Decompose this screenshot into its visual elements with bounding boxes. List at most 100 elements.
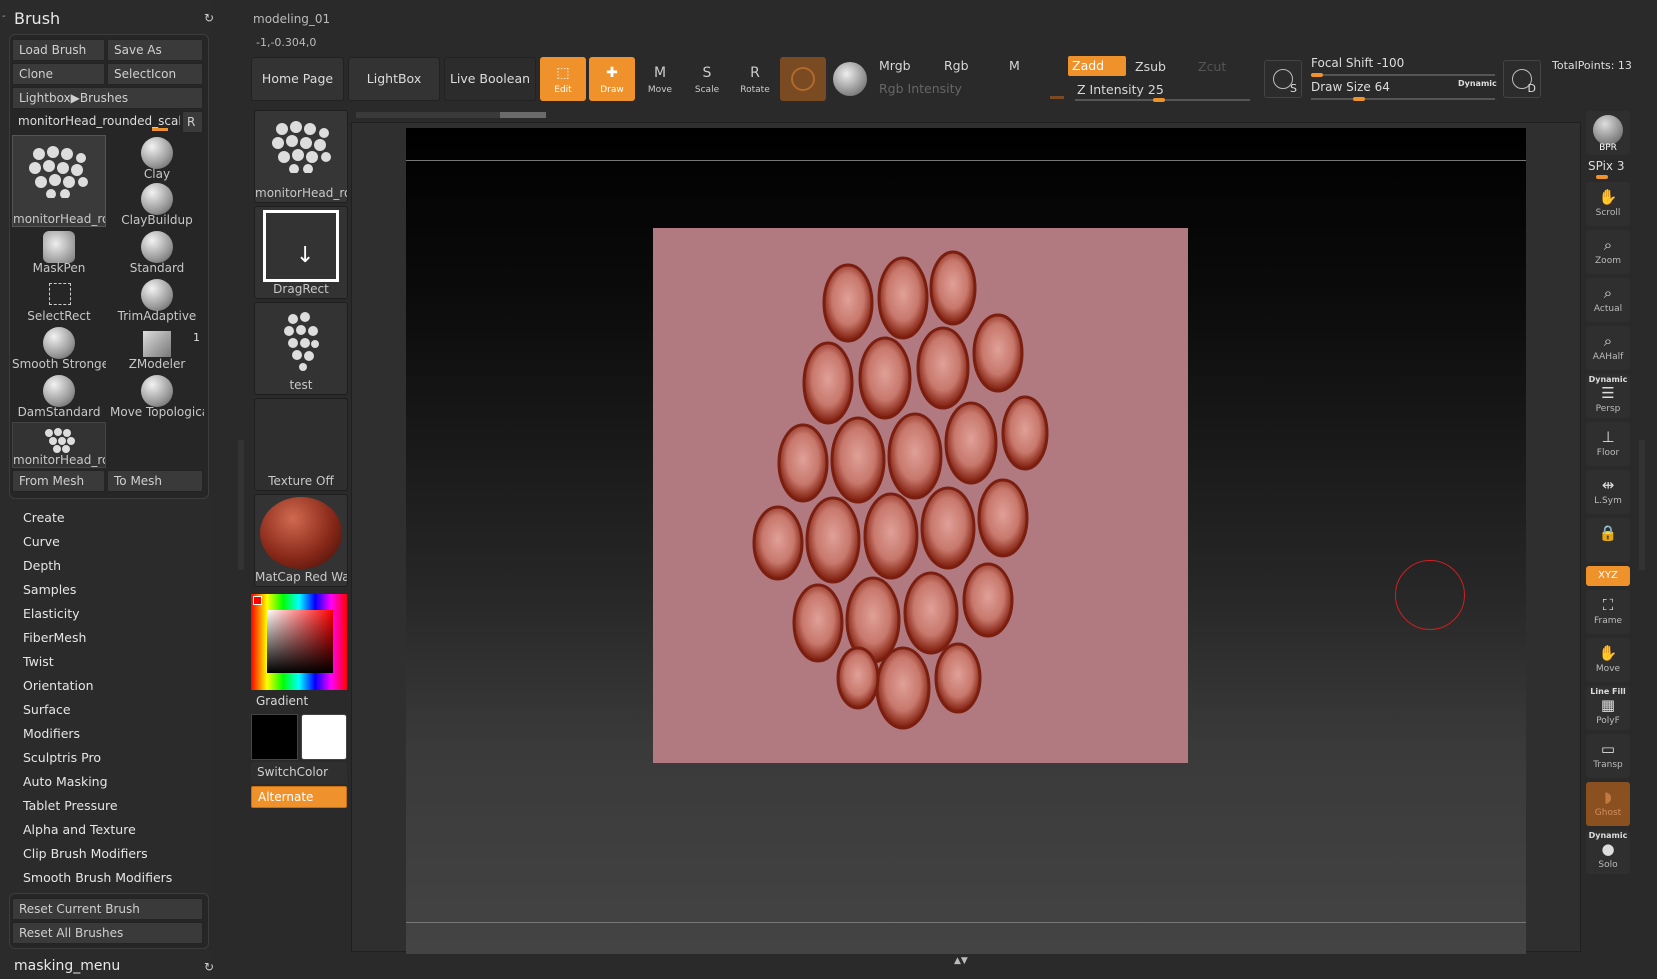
refresh-icon[interactable]: ↻ bbox=[204, 11, 214, 25]
dynamic-toggle[interactable]: Dynamic bbox=[1458, 79, 1497, 88]
rotate-button[interactable]: R Rotate bbox=[732, 57, 778, 101]
focal-shift-slider[interactable]: Focal Shift -100 bbox=[1311, 56, 1404, 70]
alpha-document[interactable] bbox=[653, 228, 1188, 763]
switch-color-button[interactable]: SwitchColor bbox=[251, 762, 347, 784]
floor-button[interactable]: ⊥ Floor bbox=[1586, 422, 1630, 466]
menu-clip-brush-modifiers[interactable]: Clip Brush Modifiers bbox=[23, 846, 148, 861]
color-picker-square[interactable] bbox=[267, 610, 333, 673]
menu-smooth-brush-modifiers[interactable]: Smooth Brush Modifiers bbox=[23, 870, 172, 885]
menu-surface[interactable]: Surface bbox=[23, 702, 71, 717]
brush-move-topological[interactable]: Move Topological bbox=[110, 373, 204, 419]
from-mesh-button[interactable]: From Mesh bbox=[12, 470, 105, 492]
menu-fibermesh[interactable]: FiberMesh bbox=[23, 630, 86, 645]
brush-monitorhead-2[interactable]: monitorHead_ro bbox=[12, 422, 106, 468]
move-view-button[interactable]: ✋ Move bbox=[1586, 638, 1630, 682]
zcut-toggle[interactable]: Zcut bbox=[1194, 57, 1252, 77]
stroke-d-button[interactable]: D bbox=[1503, 60, 1541, 98]
scroll-button[interactable]: ✋ Scroll bbox=[1586, 182, 1630, 226]
viewport-scrollbar[interactable] bbox=[356, 112, 546, 118]
lock-button[interactable]: 🔒 bbox=[1586, 518, 1630, 562]
rgb-intensity-slider[interactable]: Rgb Intensity bbox=[875, 79, 1065, 99]
to-mesh-button[interactable]: To Mesh bbox=[107, 470, 203, 492]
masking-menu-title[interactable]: masking_menu bbox=[14, 958, 120, 974]
brush-maskpen[interactable]: MaskPen bbox=[12, 229, 106, 275]
alpha-tile[interactable]: test bbox=[254, 302, 348, 395]
brush-smooth-stronger[interactable]: Smooth Stronger bbox=[12, 325, 106, 371]
menu-orientation[interactable]: Orientation bbox=[23, 678, 94, 693]
brush-claybuildup[interactable]: ClayBuildup bbox=[110, 181, 204, 227]
m-toggle[interactable]: M bbox=[1005, 56, 1065, 76]
mrgb-toggle[interactable]: Mrgb bbox=[875, 56, 935, 76]
brush-zmodeler[interactable]: 1 ZModeler bbox=[110, 325, 204, 371]
polyf-button[interactable]: Line Fill ▦ PolyF bbox=[1586, 686, 1630, 730]
brush-selectrect[interactable]: SelectRect bbox=[12, 277, 106, 323]
gradient-label[interactable]: Gradient bbox=[256, 694, 308, 708]
persp-button[interactable]: Dynamic ☰ Persp bbox=[1586, 374, 1630, 418]
menu-alpha-and-texture[interactable]: Alpha and Texture bbox=[23, 822, 136, 837]
transp-button[interactable]: ▭ Transp bbox=[1586, 734, 1630, 778]
lightbox-button[interactable]: LightBox bbox=[348, 57, 440, 101]
z-intensity-slider[interactable]: Z Intensity 25 bbox=[1073, 80, 1253, 100]
material-swatch-button[interactable] bbox=[780, 57, 826, 101]
texture-sphere-icon[interactable] bbox=[833, 62, 867, 96]
stroke-s-button[interactable]: S bbox=[1264, 60, 1302, 98]
brush-monitorhead-selected[interactable]: monitorHead_ro bbox=[12, 135, 106, 227]
xyz-button[interactable]: XYZ bbox=[1586, 566, 1630, 586]
stroke-tile[interactable]: ↓ DragRect bbox=[254, 206, 348, 299]
brush-damstandard[interactable]: DamStandard bbox=[12, 373, 106, 419]
palette-collapse-icon[interactable]: - bbox=[2, 11, 6, 22]
draw-size-slider[interactable]: Draw Size 64 bbox=[1311, 80, 1390, 94]
alternate-button[interactable]: Alternate bbox=[251, 786, 347, 808]
zadd-toggle[interactable]: Zadd bbox=[1068, 56, 1126, 76]
lsym-button[interactable]: ⇹ L.Sym bbox=[1586, 470, 1630, 514]
draw-button[interactable]: ✚ Draw bbox=[589, 57, 635, 101]
live-boolean-button[interactable]: Live Boolean bbox=[444, 57, 536, 101]
ghost-button[interactable]: ◗ Ghost bbox=[1586, 782, 1630, 826]
viewport-scrollbar-thumb[interactable] bbox=[500, 112, 546, 118]
menu-create[interactable]: Create bbox=[23, 510, 65, 525]
clone-button[interactable]: Clone bbox=[12, 63, 105, 85]
right-tray-handle[interactable] bbox=[1639, 440, 1645, 570]
brush-clay[interactable]: Clay bbox=[110, 135, 204, 181]
scale-button[interactable]: S Scale bbox=[684, 57, 730, 101]
main-color-swatch[interactable] bbox=[301, 714, 347, 760]
home-page-button[interactable]: Home Page bbox=[251, 57, 344, 101]
menu-depth[interactable]: Depth bbox=[23, 558, 61, 573]
move-button[interactable]: M Move bbox=[637, 57, 683, 101]
frame-button[interactable]: ⛶ Frame bbox=[1586, 590, 1630, 634]
r-button[interactable]: R bbox=[182, 111, 203, 133]
save-as-button[interactable]: Save As bbox=[107, 39, 203, 61]
color-picker[interactable] bbox=[251, 594, 347, 690]
menu-sculptris-pro[interactable]: Sculptris Pro bbox=[23, 750, 101, 765]
bottom-tray-handle[interactable]: ▲▼ bbox=[900, 956, 1030, 966]
menu-twist[interactable]: Twist bbox=[23, 654, 54, 669]
brush-trimadaptive[interactable]: TrimAdaptive bbox=[110, 277, 204, 323]
current-brush-tile[interactable]: monitorHead_ro bbox=[254, 110, 348, 203]
select-icon-button[interactable]: SelectIcon bbox=[107, 63, 203, 85]
secondary-color-swatch[interactable] bbox=[251, 714, 298, 760]
load-brush-button[interactable]: Load Brush bbox=[12, 39, 105, 61]
brush-standard[interactable]: Standard bbox=[110, 229, 204, 275]
zsub-toggle[interactable]: Zsub bbox=[1131, 57, 1189, 77]
left-tray-handle[interactable] bbox=[238, 440, 244, 570]
actual-button[interactable]: ⌕ Actual bbox=[1586, 278, 1630, 322]
menu-tablet-pressure[interactable]: Tablet Pressure bbox=[23, 798, 118, 813]
spix-slider[interactable]: SPix 3 bbox=[1588, 159, 1624, 173]
menu-auto-masking[interactable]: Auto Masking bbox=[23, 774, 108, 789]
aahalf-button[interactable]: ⌕ AAHalf bbox=[1586, 326, 1630, 370]
zoom-button[interactable]: ⌕ Zoom bbox=[1586, 230, 1630, 274]
texture-tile[interactable]: Texture Off bbox=[254, 398, 348, 491]
material-tile[interactable]: MatCap Red Wax bbox=[254, 494, 348, 587]
solo-button[interactable]: Dynamic ● Solo bbox=[1586, 830, 1630, 874]
rgb-toggle[interactable]: Rgb bbox=[940, 56, 1000, 76]
reset-current-brush-button[interactable]: Reset Current Brush bbox=[12, 898, 203, 920]
menu-samples[interactable]: Samples bbox=[23, 582, 76, 597]
menu-modifiers[interactable]: Modifiers bbox=[23, 726, 80, 741]
bpr-button[interactable]: BPR bbox=[1586, 111, 1630, 155]
palette-title[interactable]: Brush bbox=[14, 9, 60, 28]
lightbox-brushes-button[interactable]: Lightbox▶Brushes bbox=[12, 87, 203, 109]
edit-button[interactable]: ⬚ Edit bbox=[540, 57, 586, 101]
refresh-icon[interactable]: ↻ bbox=[204, 960, 214, 974]
reset-all-brushes-button[interactable]: Reset All Brushes bbox=[12, 922, 203, 944]
menu-elasticity[interactable]: Elasticity bbox=[23, 606, 80, 621]
